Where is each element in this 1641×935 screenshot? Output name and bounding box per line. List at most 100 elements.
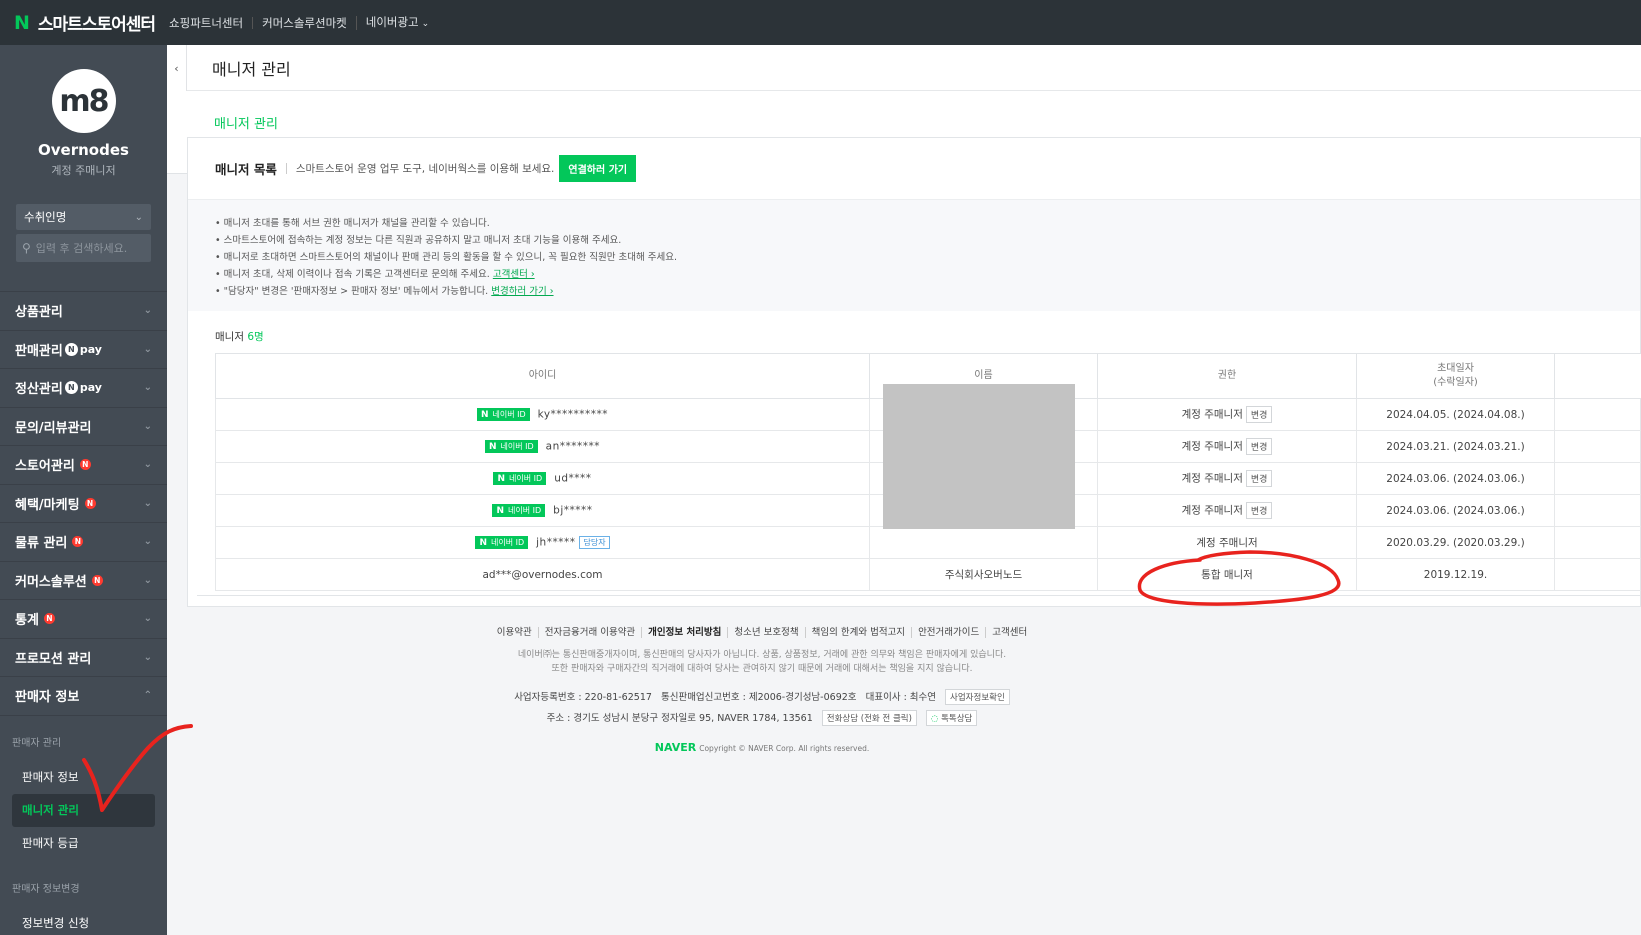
cell-id: N 네이버 ID jh***** 담당자	[215, 526, 870, 559]
change-role-button[interactable]: 변경	[1245, 438, 1273, 455]
role-text: 계정 주매니저	[1181, 472, 1243, 485]
page-title: 매니저 관리	[187, 45, 1641, 91]
column-header-role: 권한	[1097, 353, 1357, 399]
sidebar-collapse-button[interactable]: ‹	[167, 45, 187, 91]
notice-item: • 매니저로 초대하면 스마트스토어의 채널이나 판매 관리 등의 활동을 할 …	[215, 252, 678, 263]
store-profile: m8 Overnodes 계정 주매니저 수취인명 ⌄ ⚲ 입력 후 검색하세요…	[0, 45, 167, 292]
menu-label: 상품관리	[15, 305, 63, 321]
footer-disclaimer: 네이버㈜는 통신판매중개자이며, 통신판매의 당사자가 아닙니다. 상품, 상품…	[187, 648, 1337, 676]
naver-logo: NAVER	[654, 741, 697, 754]
naver-id-badge: N 네이버 ID	[484, 440, 538, 453]
footer-link[interactable]: 개인정보 처리방침	[641, 627, 728, 638]
notice-item: • "담당자" 변경은 '판매자정보 > 판매자 정보' 메뉴에서 가능합니다.…	[215, 283, 1613, 300]
footer-link[interactable]: 안전거래가이드	[911, 627, 986, 638]
phone-consult-button[interactable]: 전화상담 (전화 전 클릭)	[821, 710, 917, 726]
cell-id: N 네이버 ID bj*****	[215, 494, 870, 527]
menu-item-seller-info[interactable]: 판매자 정보 ⌃	[0, 677, 167, 716]
cell-role: 계정 주매니저 변경	[1097, 462, 1357, 495]
chevron-down-icon: ⌄	[143, 382, 152, 394]
notice-item: • 스마트스토어에 접속하는 계정 정보는 다른 직원과 공유하지 말고 매니저…	[215, 235, 622, 246]
search-type-select[interactable]: 수취인명 ⌄	[16, 204, 151, 230]
card-header: 매니저 목록 스마트스토어 운영 업무 도구, 네이버웍스를 이용해 보세요. …	[188, 138, 1640, 200]
chevron-down-icon: ⌄	[143, 574, 152, 586]
cell-date: 2024.03.06. (2024.03.06.)	[1356, 494, 1555, 527]
sidebar-search-input[interactable]: ⚲ 입력 후 검색하세요.	[16, 234, 151, 262]
menu-label: 스토어관리	[15, 459, 75, 475]
customer-center-link[interactable]: 고객센터 ›	[493, 269, 535, 280]
menu-item-promotion[interactable]: 프로모션 관리 ⌄	[0, 639, 167, 677]
menu-item-sales[interactable]: 판매관리 Npay ⌄	[0, 331, 167, 369]
top-link-commerce-market[interactable]: 커머스솔루션마켓	[252, 16, 356, 29]
chevron-down-icon: ⌄	[143, 536, 152, 548]
footer-link[interactable]: 고객센터	[985, 627, 1034, 638]
new-badge-icon: N	[72, 536, 84, 548]
manager-count-value: 6명	[247, 331, 264, 343]
menu-item-products[interactable]: 상품관리 ⌄	[0, 292, 167, 331]
brand-name: 스마트스토어센터	[37, 15, 156, 35]
footer-link[interactable]: 책임의 한계와 법적고지	[804, 627, 912, 638]
change-role-button[interactable]: 변경	[1245, 406, 1273, 423]
submenu-item-manager[interactable]: 매니저 관리	[12, 793, 155, 827]
column-header-id: 아이디	[215, 353, 870, 399]
column-header-date-accept: (수락일자)	[1433, 377, 1478, 388]
brand[interactable]: N 스마트스토어센터	[0, 0, 156, 45]
menu-label: 통계	[15, 613, 39, 629]
copyright: NAVER Copyright © NAVER Corp. All rights …	[187, 741, 1337, 754]
chevron-down-icon: ⌄	[134, 211, 143, 223]
talk-consult-button[interactable]: ◌ 톡톡상담	[925, 710, 978, 726]
menu-item-marketing[interactable]: 혜택/마케팅 N ⌄	[0, 485, 167, 523]
naver-id-badge: N 네이버 ID	[492, 504, 546, 517]
cell-extra	[1554, 526, 1641, 559]
menu-item-commerce-solution[interactable]: 커머스솔루션 N ⌄	[0, 562, 167, 600]
avatar-text: m8	[59, 83, 109, 119]
top-link-naver-ads[interactable]: 네이버광고 ⌄	[355, 15, 438, 30]
npay-icon: Npay	[64, 381, 102, 395]
card-title: 매니저 목록	[215, 162, 277, 177]
role-text: 계정 주매니저	[1181, 440, 1243, 453]
footer-link[interactable]: 전자금융거래 이용약관	[537, 627, 642, 638]
submenu-item-seller-grade[interactable]: 판매자 등급	[12, 827, 155, 860]
top-bar: N 스마트스토어센터 쇼핑파트너센터 커머스솔루션마켓 네이버광고 ⌄	[0, 0, 1641, 45]
naver-id-badge: N 네이버 ID	[475, 536, 529, 549]
cell-role: 계정 주매니저	[1097, 526, 1357, 559]
new-badge-icon: N	[84, 497, 96, 509]
submenu-item-seller-info[interactable]: 판매자 정보	[12, 761, 155, 794]
cell-date: 2024.04.05. (2024.04.08.)	[1356, 398, 1555, 431]
change-role-button[interactable]: 변경	[1245, 502, 1273, 519]
chevron-left-icon: ‹	[174, 61, 179, 75]
footer-link[interactable]: 이용약관	[491, 627, 538, 638]
chevron-down-icon: ⌄	[143, 497, 152, 509]
menu-item-store[interactable]: 스토어관리 N ⌄	[0, 446, 167, 485]
owner-tag: 담당자	[579, 536, 610, 549]
notice-text: • 매니저 초대, 삭제 이력이나 접속 기록은 고객센터로 문의해 주세요.	[215, 269, 490, 280]
notice-item: • 매니저 초대를 통해 서브 권한 매니저가 채널을 관리할 수 있습니다.	[215, 218, 490, 229]
biz-check-button[interactable]: 사업자정보확인	[945, 689, 1010, 705]
menu-item-statistics[interactable]: 통계 N ⌄	[0, 600, 167, 639]
top-link-shopping-partner[interactable]: 쇼핑파트너센터	[169, 17, 252, 29]
notice-box: • 매니저 초대를 통해 서브 권한 매니저가 채널을 관리할 수 있습니다. …	[188, 200, 1640, 311]
cell-date: 2024.03.21. (2024.03.21.)	[1356, 430, 1555, 463]
submenu-item-change-request[interactable]: 정보변경 신청	[12, 907, 155, 935]
card-description: 스마트스토어 운영 업무 도구, 네이버웍스를 이용해 보세요.	[295, 163, 555, 175]
naver-id-badge-label: 네이버 ID	[509, 474, 543, 483]
divider	[197, 595, 1641, 596]
new-badge-icon: N	[43, 613, 55, 625]
connect-button[interactable]: 연결하러 가기	[559, 155, 637, 182]
disclaimer-line: 네이버㈜는 통신판매중개자이며, 통신판매의 당사자가 아닙니다. 상품, 상품…	[517, 650, 1007, 660]
menu-item-settlement[interactable]: 정산관리 Npay ⌄	[0, 369, 167, 408]
chevron-down-icon: ⌄	[143, 343, 152, 355]
manager-id: bj*****	[553, 504, 593, 517]
table-row: ad***@overnodes.com 주식회사오버노드 통합 매니저 2019…	[215, 558, 1641, 591]
change-link[interactable]: 변경하러 가기 ›	[491, 286, 553, 297]
cell-role: 통합 매니저	[1097, 558, 1357, 591]
footer: 이용약관 전자금융거래 이용약관 개인정보 처리방침 청소년 보호정책 책임의 한계와 …	[187, 595, 1641, 795]
change-role-button[interactable]: 변경	[1245, 470, 1273, 487]
menu-item-inquiry-review[interactable]: 문의/리뷰관리 ⌄	[0, 408, 167, 446]
cell-name: 주식회사오버노드	[869, 558, 1098, 591]
footer-link[interactable]: 청소년 보호정책	[727, 627, 805, 638]
menu-item-logistics[interactable]: 물류 관리 N ⌄	[0, 523, 167, 562]
manager-id: an*******	[545, 440, 601, 453]
cell-id: N 네이버 ID ud****	[215, 462, 870, 495]
role-text: 계정 주매니저	[1181, 504, 1243, 517]
redacted-name-block	[883, 384, 1075, 529]
